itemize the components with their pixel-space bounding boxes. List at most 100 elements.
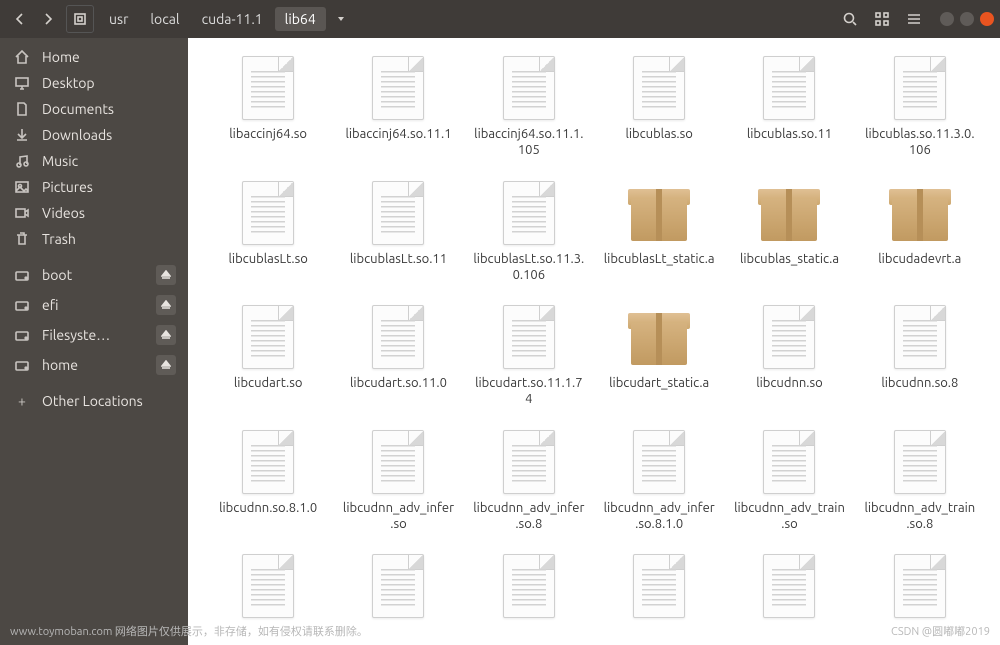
file-item[interactable]: libcudnn.so.8.1.0 [208, 422, 328, 537]
sidebar-item-efi[interactable]: efi [0, 290, 188, 320]
forward-button[interactable] [34, 5, 62, 33]
file-label: libcudnn_adv_infer.so.8.1.0 [603, 500, 715, 533]
file-item[interactable] [208, 546, 328, 628]
sidebar-item-label: Home [42, 49, 80, 65]
file-view[interactable]: libaccinj64.so libaccinj64.so.11.1 libacci… [188, 38, 1000, 645]
document-icon [758, 52, 820, 124]
file-item[interactable]: libcublas.so.11 [729, 48, 849, 163]
file-item[interactable]: libcudadevrt.a [860, 173, 980, 288]
path-root-icon[interactable] [66, 5, 94, 33]
file-item[interactable] [599, 546, 719, 628]
downloads-icon [12, 127, 32, 143]
sidebar-item-desktop[interactable]: Desktop [0, 70, 188, 96]
document-icon [367, 177, 429, 249]
sidebar-item-label: Desktop [42, 75, 95, 91]
menu-button[interactable] [899, 5, 929, 33]
file-item[interactable]: libcudnn.so [729, 297, 849, 412]
file-item[interactable]: libaccinj64.so.11.1.105 [469, 48, 589, 163]
eject-button[interactable] [156, 265, 176, 285]
file-item[interactable]: libaccinj64.so [208, 48, 328, 163]
file-item[interactable]: libcudnn_adv_train.so [729, 422, 849, 537]
document-icon [628, 550, 690, 622]
file-item[interactable]: libcudart.so.11.0 [338, 297, 458, 412]
file-item[interactable]: libcudart.so [208, 297, 328, 412]
sidebar-item-home[interactable]: home [0, 350, 188, 380]
file-label: libcudart_static.a [609, 375, 709, 391]
plus-icon: + [12, 393, 32, 409]
sidebar-item-label: Other Locations [42, 393, 143, 409]
sidebar-other-locations[interactable]: + Other Locations [0, 388, 188, 414]
file-label: libcudnn_adv_train.so.8 [864, 500, 976, 533]
eject-button[interactable] [156, 325, 176, 345]
file-item[interactable] [469, 546, 589, 628]
back-button[interactable] [6, 5, 34, 33]
file-item[interactable]: libcudart.so.11.1.74 [469, 297, 589, 412]
sidebar-item-music[interactable]: Music [0, 148, 188, 174]
breadcrumb-segment[interactable]: lib64 [275, 7, 326, 31]
close-button[interactable] [980, 12, 994, 26]
file-item[interactable] [860, 546, 980, 628]
file-item[interactable] [729, 546, 849, 628]
breadcrumb-segment[interactable]: cuda-11.1 [192, 7, 273, 31]
document-icon [758, 550, 820, 622]
file-item[interactable]: libcudnn.so.8 [860, 297, 980, 412]
document-icon [889, 550, 951, 622]
document-icon [889, 426, 951, 498]
disk-icon [12, 297, 32, 313]
sidebar-item-home[interactable]: Home [0, 44, 188, 70]
document-icon [498, 52, 560, 124]
document-icon [367, 52, 429, 124]
file-item[interactable]: libcudart_static.a [599, 297, 719, 412]
eject-button[interactable] [156, 295, 176, 315]
trash-icon [12, 231, 32, 247]
eject-button[interactable] [156, 355, 176, 375]
file-label: libcudart.so.11.0 [350, 375, 447, 391]
package-icon [628, 177, 690, 249]
file-item[interactable]: libcudnn_adv_infer.so.8 [469, 422, 589, 537]
titlebar: usrlocalcuda-11.1lib64 [0, 0, 1000, 38]
file-item[interactable] [338, 546, 458, 628]
file-item[interactable]: libcublas_static.a [729, 173, 849, 288]
sidebar-item-trash[interactable]: Trash [0, 226, 188, 252]
disk-icon [12, 357, 32, 373]
sidebar-item-label: Videos [42, 205, 85, 221]
package-icon [889, 177, 951, 249]
file-item[interactable]: libcublasLt.so.11 [338, 173, 458, 288]
document-icon [758, 301, 820, 373]
sidebar-item-pictures[interactable]: Pictures [0, 174, 188, 200]
file-label: libcublasLt.so [229, 251, 308, 267]
document-icon [889, 52, 951, 124]
sidebar-item-boot[interactable]: boot [0, 260, 188, 290]
file-item[interactable]: libcudnn_adv_train.so.8 [860, 422, 980, 537]
file-label: libcudnn.so.8 [881, 375, 958, 391]
file-label: libaccinj64.so.11.1 [345, 126, 451, 142]
sidebar-item-filesyste[interactable]: Filesyste… [0, 320, 188, 350]
file-item[interactable]: libaccinj64.so.11.1 [338, 48, 458, 163]
path-more-button[interactable] [327, 5, 355, 33]
file-item[interactable]: libcudnn_adv_infer.so.8.1.0 [599, 422, 719, 537]
file-label: libaccinj64.so.11.1.105 [473, 126, 585, 159]
file-item[interactable]: libcudnn_adv_infer.so [338, 422, 458, 537]
file-item[interactable]: libcublasLt.so.11.3.0.106 [469, 173, 589, 288]
package-icon [628, 301, 690, 373]
file-label: libcublasLt.so.11 [350, 251, 447, 267]
sidebar-item-videos[interactable]: Videos [0, 200, 188, 226]
file-label: libcudnn_adv_train.so [733, 500, 845, 533]
file-label: libcudart.so.11.1.74 [473, 375, 585, 408]
sidebar-item-downloads[interactable]: Downloads [0, 122, 188, 148]
sidebar-item-documents[interactable]: Documents [0, 96, 188, 122]
file-item[interactable]: libcublas.so [599, 48, 719, 163]
breadcrumb-segment[interactable]: local [140, 7, 189, 31]
pictures-icon [12, 179, 32, 195]
documents-icon [12, 101, 32, 117]
maximize-button[interactable] [960, 12, 974, 26]
search-button[interactable] [835, 5, 865, 33]
document-icon [367, 301, 429, 373]
minimize-button[interactable] [940, 12, 954, 26]
file-item[interactable]: libcublas.so.11.3.0.106 [860, 48, 980, 163]
view-grid-button[interactable] [867, 5, 897, 33]
file-item[interactable]: libcublasLt_static.a [599, 173, 719, 288]
file-item[interactable]: libcublasLt.so [208, 173, 328, 288]
file-label: libcublasLt.so.11.3.0.106 [473, 251, 585, 284]
breadcrumb-segment[interactable]: usr [99, 7, 138, 31]
